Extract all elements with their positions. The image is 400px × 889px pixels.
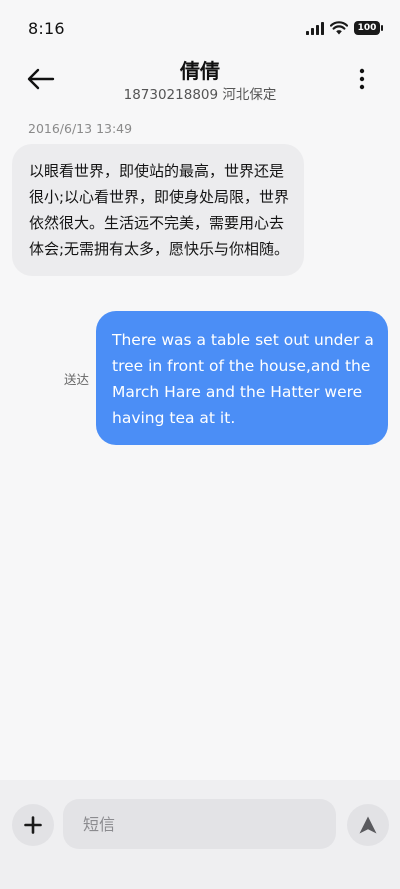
- conversation-header: 倩倩 18730218809 河北保定: [0, 56, 400, 112]
- send-button[interactable]: [347, 804, 389, 846]
- contact-name: 倩倩: [180, 59, 220, 83]
- add-attachment-button[interactable]: [12, 804, 54, 846]
- back-button[interactable]: [24, 62, 58, 96]
- message-composer: [0, 780, 400, 889]
- signal-icon: [306, 21, 324, 35]
- more-vertical-icon: [359, 68, 365, 90]
- contact-number-location: 18730218809 河北保定: [123, 87, 277, 103]
- contact-info: 倩倩 18730218809 河北保定: [0, 56, 400, 104]
- status-icons: 100: [306, 21, 383, 35]
- status-time: 8:16: [28, 18, 65, 38]
- message-timestamp: 2016/6/13 13:49: [28, 121, 133, 136]
- status-bar: 8:16 100: [0, 0, 400, 56]
- outgoing-message-bubble[interactable]: There was a table set out under a tree i…: [96, 311, 388, 445]
- incoming-message-bubble[interactable]: 以眼看世界，即使站的最高，世界还是很小;以心看世界，即使身处局限，世界依然很大。…: [12, 144, 304, 276]
- more-options-button[interactable]: [350, 64, 374, 94]
- plus-icon: [24, 816, 42, 834]
- send-icon: [359, 816, 377, 834]
- wifi-icon: [330, 21, 348, 35]
- battery-icon: 100: [354, 21, 383, 35]
- message-input[interactable]: [63, 799, 336, 849]
- delivery-status: 送达: [64, 372, 90, 387]
- arrow-left-icon: [27, 68, 55, 90]
